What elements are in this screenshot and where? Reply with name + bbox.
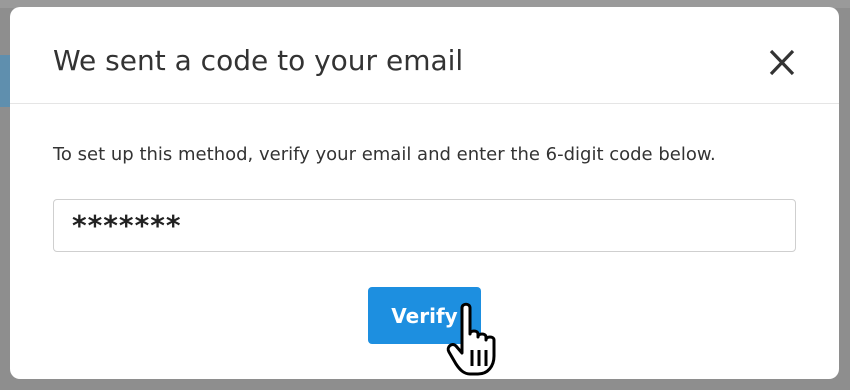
verification-code-input[interactable] (53, 199, 796, 252)
backdrop-page-element (0, 55, 10, 107)
dialog-title: We sent a code to your email (53, 44, 464, 77)
close-x-icon (769, 49, 795, 76)
dialog-header: We sent a code to your email (10, 7, 839, 104)
close-button[interactable] (762, 43, 802, 83)
instructions-text: To set up this method, verify your email… (53, 144, 716, 165)
verify-button[interactable]: Verify (368, 287, 481, 344)
verify-email-dialog: We sent a code to your email To set up t… (10, 7, 839, 379)
dialog-body: To set up this method, verify your email… (53, 144, 797, 165)
